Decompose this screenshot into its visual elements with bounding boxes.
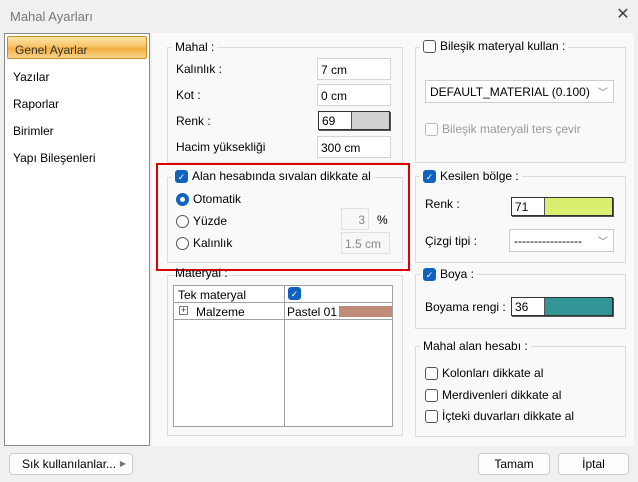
ters-cevir-label: Bileşik materyali ters çevir bbox=[442, 122, 581, 136]
expand-icon[interactable]: + bbox=[179, 306, 188, 315]
renk-label: Renk : bbox=[176, 114, 211, 128]
cizgi-label: Çizgi tipi : bbox=[425, 234, 478, 248]
bilesik-label: Bileşik materyal kullan : bbox=[440, 39, 566, 53]
material-value: DEFAULT_MATERIAL (0.100) bbox=[430, 85, 590, 99]
yuzde-input[interactable]: 3 bbox=[341, 208, 369, 230]
kesilen-color-swatch bbox=[545, 198, 612, 215]
siva-kalinlik-input[interactable]: 1.5 cm bbox=[341, 232, 390, 254]
tek-materyal-checkbox[interactable]: ✓ bbox=[288, 287, 301, 300]
otomatik-radio[interactable]: Otomatik bbox=[176, 192, 241, 206]
kesilen-color-index: 71 bbox=[512, 198, 545, 215]
cizgi-dropdown[interactable]: ----------------- ﹀ bbox=[509, 229, 614, 252]
bilesik-group bbox=[415, 47, 626, 163]
checkbox-icon bbox=[425, 122, 438, 136]
chevron-down-icon: ﹀ bbox=[598, 88, 608, 99]
checkbox-icon bbox=[425, 409, 438, 423]
sidebar-item-yapi-bilesenleri[interactable]: Yapı Bileşenleri bbox=[13, 151, 96, 165]
check-icon: ✓ bbox=[175, 169, 188, 183]
table-row-name: Tek materyal bbox=[178, 288, 247, 302]
radio-selected-icon bbox=[176, 192, 189, 206]
arrow-right-icon: ▶ bbox=[119, 459, 126, 468]
radio-icon bbox=[176, 214, 189, 228]
sidebar-item-raporlar[interactable]: Raporlar bbox=[13, 97, 59, 111]
percent-label: % bbox=[377, 213, 388, 227]
checkbox-icon bbox=[423, 39, 436, 53]
sidebar-item-genel-ayarlar[interactable]: Genel Ayarlar bbox=[7, 36, 147, 59]
kesilen-color-picker[interactable]: 71 bbox=[511, 197, 613, 216]
kalinlik-input[interactable]: 7 cm bbox=[317, 58, 391, 80]
material-color-swatch[interactable] bbox=[339, 306, 392, 317]
merdivenler-checkbox[interactable]: Merdivenleri dikkate al bbox=[425, 388, 561, 402]
sidebar-item-birimler[interactable]: Birimler bbox=[13, 124, 54, 138]
kot-label: Kot : bbox=[176, 88, 201, 102]
close-icon[interactable]: ✕ bbox=[614, 6, 632, 24]
boya-color-index: 36 bbox=[512, 298, 545, 315]
boya-checkbox[interactable]: ✓ Boya : bbox=[420, 267, 478, 281]
table-row-name: Malzeme bbox=[196, 305, 245, 319]
hacim-input[interactable]: 300 cm bbox=[317, 136, 391, 158]
favorites-label: Sık kullanılanlar... bbox=[22, 457, 117, 471]
siva-checkbox[interactable]: ✓ Alan hesabında sıvalan dikkate al bbox=[172, 169, 374, 183]
cancel-button[interactable]: İptal bbox=[558, 453, 629, 475]
materyal-legend: Materyal : bbox=[175, 266, 228, 280]
icteki-duvarlar-checkbox[interactable]: İçteki duvarları dikkate al bbox=[425, 409, 574, 423]
radio-icon bbox=[176, 236, 189, 250]
sidebar: Genel Ayarlar Yazılar Raporlar Birimler … bbox=[4, 33, 150, 446]
favorites-button[interactable]: Sık kullanılanlar... ▶ bbox=[9, 453, 133, 475]
kolonlar-label: Kolonları dikkate al bbox=[442, 366, 544, 380]
kalinlik-radio[interactable]: Kalınlık bbox=[176, 236, 232, 250]
kalinlik-label: Kalınlık : bbox=[176, 62, 223, 76]
window-title: Mahal Ayarları bbox=[10, 9, 93, 24]
alan-legend: Mahal alan hesabı : bbox=[420, 339, 531, 353]
kesilen-checkbox[interactable]: ✓ Kesilen bölge : bbox=[420, 169, 522, 183]
bilesik-checkbox[interactable]: Bileşik materyal kullan : bbox=[420, 39, 569, 53]
otomatik-label: Otomatik bbox=[193, 192, 242, 206]
mahal-color-picker[interactable]: 69 bbox=[318, 111, 390, 130]
yuzde-radio[interactable]: Yüzde bbox=[176, 214, 227, 228]
mahal-color-swatch bbox=[352, 112, 389, 129]
check-icon: ✓ bbox=[423, 267, 436, 281]
boya-color-swatch bbox=[545, 298, 612, 315]
mahal-color-index: 69 bbox=[319, 112, 352, 129]
kot-input[interactable]: 0 cm bbox=[317, 84, 391, 106]
cizgi-value: ----------------- bbox=[514, 234, 582, 248]
ters-cevir-checkbox[interactable]: Bileşik materyali ters çevir bbox=[425, 122, 581, 136]
kesilen-label: Kesilen bölge : bbox=[440, 169, 519, 183]
check-icon: ✓ bbox=[423, 169, 436, 183]
sidebar-item-yazilar[interactable]: Yazılar bbox=[13, 70, 49, 84]
icteki-duvarlar-label: İçteki duvarları dikkate al bbox=[442, 409, 575, 423]
boya-renk-label: Boyama rengi : bbox=[425, 300, 506, 314]
boya-color-picker[interactable]: 36 bbox=[511, 297, 613, 316]
material-dropdown[interactable]: DEFAULT_MATERIAL (0.100) ﹀ bbox=[425, 80, 614, 103]
yuzde-label: Yüzde bbox=[193, 214, 228, 228]
checkbox-icon bbox=[425, 366, 438, 380]
checkbox-icon bbox=[425, 388, 438, 402]
siva-kalinlik-label: Kalınlık bbox=[193, 236, 233, 250]
materyal-table: Tek materyal ✓ + Malzeme Pastel 01 bbox=[173, 285, 393, 427]
boya-label: Boya : bbox=[440, 267, 475, 281]
ok-button[interactable]: Tamam bbox=[478, 453, 550, 475]
kesilen-renk-label: Renk : bbox=[425, 197, 460, 211]
chevron-down-icon: ﹀ bbox=[598, 237, 608, 248]
siva-label: Alan hesabında sıvalan dikkate al bbox=[192, 169, 371, 183]
mahal-legend: Mahal : bbox=[172, 40, 218, 54]
hacim-label: Hacim yüksekliği bbox=[176, 140, 266, 154]
merdivenler-label: Merdivenleri dikkate al bbox=[442, 388, 562, 402]
kolonlar-checkbox[interactable]: Kolonları dikkate al bbox=[425, 366, 543, 380]
table-row-value: Pastel 01 bbox=[287, 305, 338, 319]
